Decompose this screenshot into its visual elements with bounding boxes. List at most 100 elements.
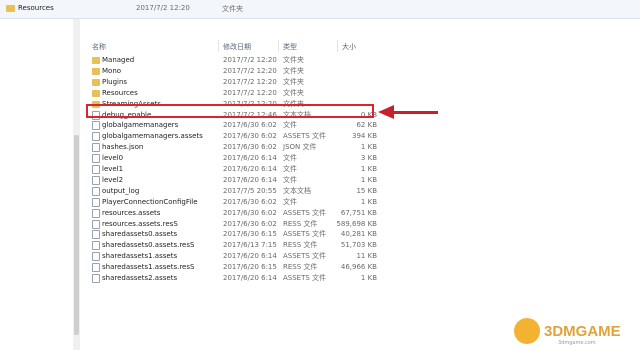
file-icon [92,154,100,164]
file-row[interactable]: sharedassets1.assets.resS 2017/6/20 6:15 R… [82,262,462,273]
file-row[interactable]: hashes.json 2017/6/30 6:02 JSON 文件 1 KB [82,142,462,153]
file-icon [92,219,100,229]
file-date: 2017/6/30 6:02 [223,143,277,152]
file-icon [92,132,100,142]
file-type: JSON 文件 [283,143,317,152]
file-size: 51,703 KB [340,241,377,250]
file-type: ASSETS 文件 [283,208,327,217]
file-icon [92,175,100,185]
file-icon [92,121,100,131]
column-header-size[interactable]: 大小 [342,42,356,52]
file-size: 1 KB [360,175,377,184]
file-type: RESS 文件 [283,263,318,272]
file-icon [92,165,100,174]
top-row-date: 2017/7/2 12:20 [136,4,190,12]
file-size: 46,966 KB [340,263,377,272]
folder-icon [92,78,100,86]
column-header-date[interactable]: 修改日期 [223,42,251,52]
file-row[interactable]: Resources 2017/7/2 12:20 文件夹 [82,88,462,99]
column-header-type[interactable]: 类型 [283,42,297,52]
column-header-name[interactable]: 名称 [92,42,106,52]
top-row-name: Resources [18,4,54,12]
file-type: ASSETS 文件 [283,274,327,282]
file-row[interactable]: resources.assets 2017/6/30 6:02 ASSETS 文件 6… [82,208,462,219]
file-row[interactable]: sharedassets1.assets 2017/6/20 6:14 ASSETS… [82,251,462,262]
file-name: Resources [102,88,138,97]
file-icon [92,241,100,251]
file-type: 文件 [283,197,297,206]
file-row[interactable]: level1 2017/6/20 6:14 文件 1 KB [82,164,462,175]
file-name: hashes.json [102,143,144,152]
file-date: 2017/7/2 12:20 [223,66,277,75]
file-date: 2017/7/5 20:55 [223,186,277,195]
file-type: RESS 文件 [283,241,318,250]
file-size: 1 KB [360,274,377,282]
sidebar-scrollbar-thumb[interactable] [74,135,79,335]
file-type: 文件夹 [283,77,304,86]
folder-icon [6,5,15,12]
folder-icon [92,89,100,97]
file-row[interactable]: sharedassets2.assets 2017/6/20 6:14 ASSETS… [82,273,462,284]
file-icon [92,197,100,207]
file-row[interactable]: Mono 2017/7/2 12:20 文件夹 [82,66,462,77]
top-row-type: 文件夹 [222,5,243,13]
file-type: ASSETS 文件 [283,132,327,141]
file-icon [92,143,100,153]
file-row[interactable]: resources.assets.resS 2017/6/30 6:02 RESS … [82,219,462,230]
file-type: ASSETS 文件 [283,252,327,261]
file-row[interactable]: Plugins 2017/7/2 12:20 文件夹 [82,77,462,88]
navigation-pane: 360AP360Safe360AP360Safe360zip3979668398… [0,19,77,350]
file-date: 2017/6/20 6:15 [223,263,277,272]
file-size: 67,751 KB [340,208,377,217]
file-row[interactable]: PlayerConnectionConfigFile 2017/6/30 6:02… [82,197,462,208]
file-size: 62 KB [356,121,377,130]
file-date: 2017/7/2 12:20 [223,56,277,64]
file-name: sharedassets0.assets [102,230,178,239]
file-name: resources.assets [102,208,161,217]
file-icon [92,274,100,283]
file-row[interactable]: level0 2017/6/20 6:14 文件 3 KB [82,153,462,164]
watermark-text: 3DMGAME [544,323,621,340]
file-date: 2017/6/30 6:02 [223,197,277,206]
file-name: sharedassets1.assets [102,252,178,261]
file-size: 589,698 KB [336,219,377,228]
file-icon [92,230,100,240]
column-divider[interactable] [337,40,338,52]
file-date: 2017/6/30 6:02 [223,219,277,228]
file-date: 2017/6/20 6:14 [223,165,277,173]
file-row[interactable]: sharedassets0.assets.resS 2017/6/13 7:15 R… [82,240,462,251]
file-row[interactable]: output_log 2017/7/5 20:55 文本文档 15 KB [82,186,462,197]
file-row[interactable]: level2 2017/6/20 6:14 文件 1 KB [82,175,462,186]
file-date: 2017/6/20 6:14 [223,274,277,282]
file-date: 2017/6/30 6:02 [223,132,277,141]
arrow-shaft [393,111,438,114]
file-date: 2017/7/2 12:20 [223,77,277,86]
file-type: 文件夹 [283,66,304,75]
file-row[interactable]: sharedassets0.assets 2017/6/30 6:15 ASSETS… [82,229,462,240]
top-row[interactable]: Resources 2017/7/2 12:20 文件夹 [0,0,640,19]
column-divider[interactable] [278,40,279,52]
file-name: sharedassets0.assets.resS [102,241,195,250]
file-name: Managed [102,56,135,64]
file-row[interactable]: globalgamemanagers 2017/6/30 6:02 文件 62 KB [82,120,462,131]
file-row[interactable]: Managed 2017/7/2 12:20 文件夹 [82,55,462,66]
file-name: level0 [102,154,124,163]
file-date: 2017/6/20 6:14 [223,252,277,261]
file-size: 40,281 KB [340,230,377,239]
arrow-icon [378,105,394,119]
file-size: 1 KB [360,165,377,173]
file-size: 3 KB [360,154,377,163]
file-list: 名称 修改日期 类型 大小 Managed 2017/7/2 12:20 文件夹 Mo… [82,19,640,350]
file-name: sharedassets2.assets [102,274,178,282]
mascot-icon [514,318,540,344]
file-name: resources.assets.resS [102,219,178,228]
file-date: 2017/6/20 6:14 [223,154,277,163]
file-row[interactable]: globalgamemanagers.assets 2017/6/30 6:02 A… [82,131,462,142]
file-name: sharedassets1.assets.resS [102,263,195,272]
file-date: 2017/6/13 7:15 [223,241,277,250]
folder-icon [92,57,100,64]
file-type: 文件夹 [283,56,304,64]
file-type: 文件 [283,154,297,163]
file-name: PlayerConnectionConfigFile [102,197,198,206]
column-divider[interactable] [218,40,219,52]
